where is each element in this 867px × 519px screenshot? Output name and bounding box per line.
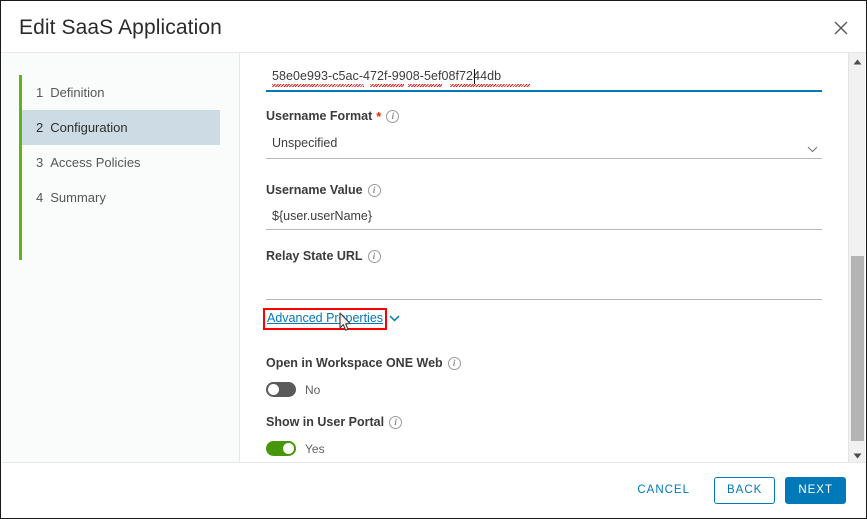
relay-state-url-label: Relay State URL i [266,249,822,263]
sidebar-item-label: Access Policies [50,155,141,170]
spellcheck-underline [408,84,442,87]
sidebar-item-label: Definition [50,85,105,100]
wizard-sidebar: 1 Definition 2 Configuration 3 Access Po… [2,53,240,464]
show-in-portal-state: Yes [305,441,325,456]
close-icon[interactable] [830,17,852,39]
page-title: Edit SaaS Application [19,16,222,39]
sidebar-item-access-policies[interactable]: 3 Access Policies [22,145,220,180]
show-in-portal-label: Show in User Portal i [266,415,822,429]
advanced-properties-label: Advanced Properties [267,311,384,325]
configuration-form-panel: 58e0e993-c5ac-472f-9908-5ef08f7244db Use… [241,53,849,464]
show-in-portal-toggle[interactable] [266,441,296,456]
application-id-input[interactable]: 58e0e993-c5ac-472f-9908-5ef08f7244db [266,67,822,92]
show-in-portal-field: Show in User Portal i [266,415,822,429]
username-format-value: Unspecified [272,136,338,150]
edit-saas-application-dialog: Edit SaaS Application 1 Definition 2 Con… [0,0,867,519]
sidebar-item-label: Summary [50,190,106,205]
toggle-knob [283,443,294,454]
step-number: 1 [36,85,44,100]
spellcheck-underline [272,84,364,87]
dialog-header: Edit SaaS Application [1,1,866,53]
spellcheck-underline [450,84,530,87]
info-icon[interactable]: i [389,415,403,429]
application-id-value: 58e0e993-c5ac-472f-9908-5ef08f7244db [272,69,502,83]
info-icon[interactable]: i [386,109,400,123]
username-value-label: Username Value i [266,183,822,197]
wizard-step-list: 1 Definition 2 Configuration 3 Access Po… [22,75,220,215]
scrollbar-thumb[interactable] [851,256,864,441]
info-icon[interactable]: i [447,356,461,370]
scroll-up-arrow-icon[interactable] [849,53,866,70]
username-value-field: Username Value i [266,183,822,197]
cancel-button[interactable]: CANCEL [623,477,704,504]
content-scrollbar[interactable] [848,53,865,464]
back-button[interactable]: BACK [714,476,776,504]
sidebar-item-configuration[interactable]: 2 Configuration [22,110,220,145]
required-marker: * [376,108,382,124]
next-button[interactable]: NEXT [785,476,846,504]
open-in-web-label: Open in Workspace ONE Web i [266,356,822,370]
sidebar-item-definition[interactable]: 1 Definition [22,75,220,110]
spellcheck-underline [370,84,404,87]
text-caret [474,69,475,84]
application-id-field: 58e0e993-c5ac-472f-9908-5ef08f7244db [266,67,822,92]
dialog-footer: CANCEL BACK NEXT [2,462,866,517]
sidebar-item-label: Configuration [50,120,128,135]
advanced-properties-link[interactable]: Advanced Properties [267,311,400,325]
chevron-down-icon [389,314,400,322]
open-in-web-toggle[interactable] [266,382,296,397]
username-format-select-wrap: Unspecified [266,133,822,159]
step-number: 3 [36,155,44,170]
username-value-input-wrap [266,205,822,230]
username-format-field: Username Format * i [266,109,822,123]
show-in-portal-toggle-row: Yes [266,441,822,456]
username-format-label: Username Format * i [266,109,822,123]
step-number: 4 [36,190,44,205]
sidebar-item-summary[interactable]: 4 Summary [22,180,220,215]
relay-state-url-input[interactable] [266,275,822,300]
step-number: 2 [36,120,44,135]
relay-state-url-input-wrap [266,275,822,300]
info-icon[interactable]: i [367,249,381,263]
username-value-input[interactable] [266,205,822,230]
info-icon[interactable]: i [367,183,381,197]
relay-state-url-field: Relay State URL i [266,249,822,263]
chevron-down-icon [807,140,818,158]
toggle-knob [268,384,279,395]
open-in-web-field: Open in Workspace ONE Web i [266,356,822,370]
open-in-web-toggle-row: No [266,382,822,397]
username-format-select[interactable]: Unspecified [266,133,822,159]
open-in-web-state: No [305,382,321,397]
